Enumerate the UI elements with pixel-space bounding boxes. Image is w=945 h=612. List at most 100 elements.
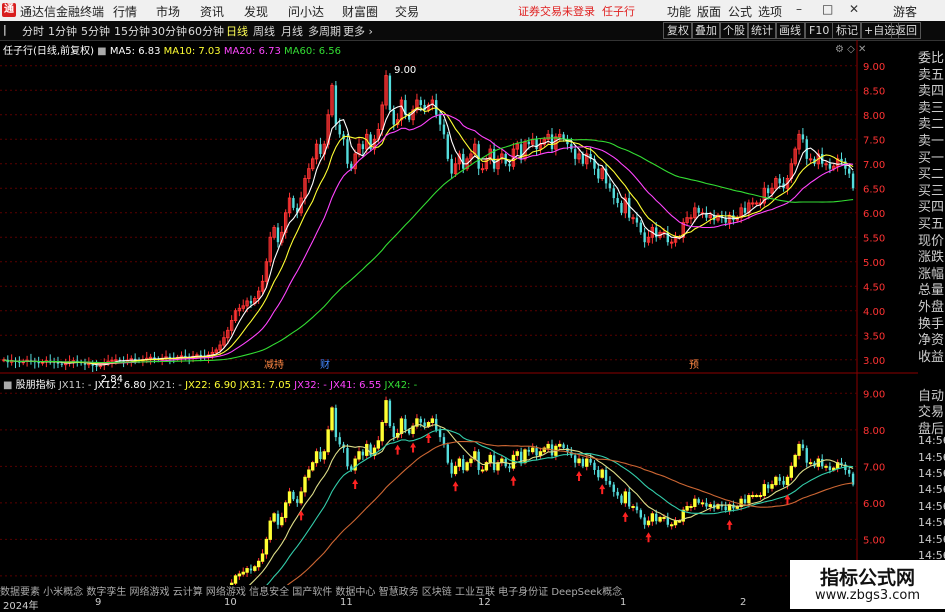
menu-jiaoyi[interactable]: 交易 xyxy=(395,3,419,20)
minimize-icon[interactable]: – xyxy=(796,2,802,16)
ind-candle xyxy=(573,455,577,463)
tick-time-label[interactable]: 14:56 xyxy=(918,500,945,513)
y-tick-label: 8.00 xyxy=(863,111,885,122)
ind-candle xyxy=(747,495,751,504)
tick-time-label[interactable]: 14:56 xyxy=(918,516,945,529)
chart-area[interactable]: 9.00 8.50 8.00 7.50 7.00 6.50 6.00 5.50 5.00 4.50… xyxy=(0,40,945,610)
main-candle xyxy=(249,300,253,304)
period-30min[interactable]: 30分钟 xyxy=(151,23,187,39)
menu-banmian[interactable]: 版面 xyxy=(697,3,721,20)
ind-candle xyxy=(346,448,349,467)
guest-label[interactable]: 游客 xyxy=(893,3,917,20)
tick-time-label[interactable]: 14:56 xyxy=(918,533,945,546)
period-weekly[interactable]: 周线 xyxy=(253,23,275,39)
main-candle xyxy=(751,202,755,205)
menu-shichang[interactable]: 市场 xyxy=(156,3,180,20)
gear-icon[interactable]: ⚙ xyxy=(835,44,844,55)
btn-fuquan[interactable]: 复权 xyxy=(663,22,693,39)
event-tag: 财 xyxy=(320,358,330,371)
ind-candle xyxy=(326,429,330,453)
btn-biaoji[interactable]: 标记 xyxy=(832,22,862,39)
quote-field-label[interactable]: 收益 xyxy=(918,346,945,365)
buy-arrow-icon xyxy=(352,478,359,489)
period-toolbar: | 分时 1分钟 5分钟 15分钟 30分钟 60分钟 日线 周线 月线 多周期… xyxy=(0,21,945,41)
ind-candle xyxy=(450,462,453,474)
period-5min[interactable]: 5分钟 xyxy=(81,23,110,39)
jx-line xyxy=(286,441,854,585)
ind-candle xyxy=(423,422,426,427)
close-icon[interactable]: ✕ xyxy=(858,44,866,55)
ind-candle xyxy=(793,454,797,467)
ind-candle xyxy=(538,451,543,456)
ind-candle xyxy=(430,418,435,424)
btn-gegu[interactable]: 个股 xyxy=(719,22,749,39)
indicator-legend-entry: JX32: - xyxy=(294,380,330,391)
y-tick-label: 8.00 xyxy=(863,426,885,437)
ind-candle xyxy=(280,516,284,526)
tick-time-label[interactable]: 14:56 xyxy=(918,434,945,447)
ind-candle xyxy=(380,422,384,442)
ind-candle xyxy=(404,418,407,430)
period-15min[interactable]: 15分钟 xyxy=(114,23,150,39)
ind-candle xyxy=(616,491,619,496)
diamond-icon[interactable]: ◇ xyxy=(847,44,855,55)
main-candle xyxy=(597,168,600,179)
tick-time-label[interactable]: 14:56 xyxy=(918,483,945,496)
main-candle xyxy=(608,183,612,189)
btn-tongji[interactable]: 统计 xyxy=(747,22,777,39)
ind-candle xyxy=(754,495,759,498)
ind-candle xyxy=(685,505,689,511)
ind-candle xyxy=(758,495,763,498)
period-fenshi[interactable]: 分时 xyxy=(22,23,44,39)
ind-candle xyxy=(666,517,669,525)
btn-f10[interactable]: F10 xyxy=(805,22,834,39)
menu-gongneng[interactable]: 功能 xyxy=(667,3,691,20)
btn-huaxian[interactable]: 画线 xyxy=(775,22,805,39)
title-bar: 通 通达信金融终端 行情 市场 资讯 发现 问小达 财富圈 交易 证券交易未登录… xyxy=(0,0,945,21)
ind-candle xyxy=(419,418,422,423)
kline-svg[interactable]: 9.00 8.50 8.00 7.50 7.00 6.50 6.00 5.50 5.00 4.50… xyxy=(0,40,918,585)
main-candle xyxy=(388,75,392,110)
ind-candle xyxy=(276,513,280,525)
main-candle xyxy=(450,158,453,174)
menu-zixun[interactable]: 资讯 xyxy=(200,3,224,20)
main-candle xyxy=(848,168,851,174)
ind-candle xyxy=(384,400,388,424)
period-60min[interactable]: 60分钟 xyxy=(188,23,224,39)
login-status[interactable]: 证券交易未登录 任子行 xyxy=(518,3,635,19)
menu-gongshi[interactable]: 公式 xyxy=(728,3,752,20)
tick-time-label[interactable]: 14:56 xyxy=(918,451,945,464)
ind-candle xyxy=(283,502,288,518)
ma-legend-entry: MA20: 6.73 xyxy=(223,46,285,57)
ind-candle xyxy=(469,458,473,464)
menu-faxian[interactable]: 发现 xyxy=(244,3,268,20)
period-daily[interactable]: 日线 xyxy=(226,23,248,39)
ind-candle xyxy=(361,451,365,456)
period-more[interactable]: 更多 › xyxy=(343,23,373,39)
y-tick-label: 5.00 xyxy=(863,535,885,546)
close-icon[interactable]: ✕ xyxy=(849,2,859,16)
ind-candle xyxy=(357,451,361,460)
ma5-line xyxy=(3,103,854,366)
menu-wenxiaoda[interactable]: 问小达 xyxy=(288,3,324,20)
main-candle xyxy=(535,139,538,150)
tick-time-label[interactable]: 14:56 xyxy=(918,467,945,480)
event-tag: 减持 xyxy=(264,358,284,371)
btn-diejia[interactable]: 叠加 xyxy=(691,22,721,39)
menu-caifuquan[interactable]: 财富圈 xyxy=(342,3,378,20)
period-multi[interactable]: 多周期 xyxy=(308,23,341,39)
ind-candle xyxy=(392,426,395,438)
maximize-icon[interactable]: □ xyxy=(822,2,833,16)
period-monthly[interactable]: 月线 xyxy=(281,23,303,39)
ind-candle xyxy=(646,520,651,526)
menu-hangqing[interactable]: 行情 xyxy=(113,3,137,20)
btn-back[interactable]: 返回 xyxy=(891,22,921,39)
indicator-title: 股朋指标 xyxy=(15,380,56,391)
period-1min[interactable]: 1分钟 xyxy=(48,23,77,39)
ind-candle xyxy=(287,491,292,504)
high-marker-label: 9.00 xyxy=(394,65,416,76)
main-candle xyxy=(851,173,855,189)
ind-candle xyxy=(782,480,785,485)
menu-xuanxiang[interactable]: 选项 xyxy=(758,3,782,20)
ind-candle xyxy=(399,418,404,434)
